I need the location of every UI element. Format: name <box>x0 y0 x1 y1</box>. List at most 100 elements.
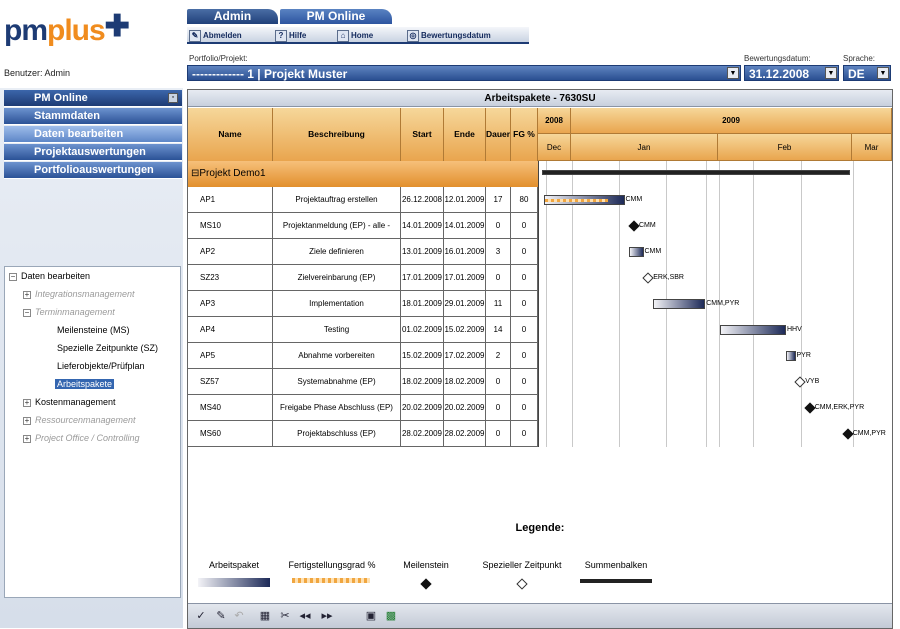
table-row[interactable]: AP1 Projektauftrag erstellen 26.12.2008 12.… <box>188 187 538 213</box>
cell-fg: 0 <box>511 395 538 421</box>
group-row-projekt-demo1[interactable]: ⊟Projekt Demo1 <box>188 161 538 187</box>
cell-fg: 0 <box>511 213 538 239</box>
portfolio-select[interactable]: ------------- 1 | Projekt Muster ▼ <box>187 65 741 81</box>
nav-header-pm-online[interactable]: PM Online ▫ <box>4 90 182 107</box>
table-row[interactable]: SZ57 Systemabnahme (EP) 18.02.2009 18.02.20… <box>188 369 538 395</box>
column-header-duration[interactable]: Dauer <box>486 108 511 161</box>
export-icon[interactable]: ▣ <box>364 609 378 623</box>
gantt-work-package-bar[interactable] <box>629 247 644 257</box>
chevron-down-icon[interactable]: ▼ <box>877 67 889 79</box>
expand-icon[interactable]: + <box>23 290 31 299</box>
column-header-start[interactable]: Start <box>401 108 444 161</box>
tree-node-terminmanagement[interactable]: − Terminmanagement <box>23 307 115 317</box>
expand-icon[interactable]: + <box>23 398 31 407</box>
month-header-dec: Dec <box>538 134 571 161</box>
portfolio-value: ------------- 1 | Projekt Muster <box>192 67 348 81</box>
portfolio-label: Portfolio/Projekt: <box>189 54 248 63</box>
chevron-down-icon[interactable]: ▼ <box>727 67 739 79</box>
gantt-work-package-bar[interactable] <box>543 195 625 205</box>
cell-name: AP5 <box>188 343 273 369</box>
cell-name: SZ57 <box>188 369 273 395</box>
legend-special-point-diamond-icon <box>516 578 528 590</box>
tree-node-arbeitspakete[interactable]: Arbeitspakete <box>55 379 115 389</box>
home-button[interactable]: ⌂ Home <box>337 29 373 42</box>
help-button[interactable]: ? Hilfe <box>275 29 306 42</box>
tree-node-ressourcenmanagement[interactable]: + Ressourcenmanagement <box>23 415 136 425</box>
cell-name: AP2 <box>188 239 273 265</box>
nav-item-portfolioauswertungen[interactable]: Portfolioauswertungen <box>4 162 182 179</box>
valuation-date-select[interactable]: 31.12.2008 ▼ <box>744 65 839 81</box>
cell-fg: 0 <box>511 239 538 265</box>
cut-icon[interactable]: ✂ <box>278 609 292 623</box>
column-header-fg[interactable]: FG % <box>511 108 538 161</box>
tree-node-lieferobjekte[interactable]: Lieferobjekte/Prüfplan <box>57 361 145 371</box>
tree-node-integrationsmanagement[interactable]: + Integrationsmanagement <box>23 289 135 299</box>
logout-button[interactable]: ✎ Abmelden <box>189 29 242 42</box>
nav-item-projektauswertungen[interactable]: Projektauswertungen <box>4 144 182 161</box>
gantt-milestone-diamond[interactable] <box>842 428 854 440</box>
excel-icon[interactable]: ▩ <box>384 609 398 623</box>
gantt-summary-bar <box>542 170 850 175</box>
gantt-work-package-bar[interactable] <box>786 351 796 361</box>
gantt-resource-label: CMM,PYR <box>706 300 740 307</box>
tree-node-daten-bearbeiten[interactable]: − Daten bearbeiten <box>9 271 90 281</box>
gantt-special-point-diamond[interactable] <box>642 272 654 284</box>
cell-start: 13.01.2009 <box>401 239 444 265</box>
collapse-icon[interactable]: − <box>9 272 17 281</box>
confirm-icon[interactable]: ✓ <box>194 609 208 623</box>
tree-label: Spezielle Zeitpunkte (SZ) <box>57 343 159 353</box>
gantt-work-package-bar[interactable] <box>719 325 786 335</box>
cell-fg: 0 <box>511 265 538 291</box>
grid-icon[interactable]: ▦ <box>258 609 272 623</box>
gantt-completion-fill <box>544 199 608 202</box>
gantt-work-package-bar[interactable] <box>653 299 706 309</box>
cell-end: 20.02.2009 <box>444 395 486 421</box>
edit-icon[interactable]: ✎ <box>214 609 228 623</box>
legend-completion-swatch <box>292 578 370 583</box>
table-row[interactable]: AP3 Implementation 18.01.2009 29.01.2009 11 0 <box>188 291 538 317</box>
column-header-end[interactable]: Ende <box>444 108 486 161</box>
table-row[interactable]: MS40 Freigabe Phase Abschluss (EP) 20.02.2… <box>188 395 538 421</box>
tab-admin[interactable]: Admin <box>187 9 278 24</box>
table-row[interactable]: AP2 Ziele definieren 13.01.2009 16.01.2009 3… <box>188 239 538 265</box>
month-header-feb: Feb <box>718 134 852 161</box>
table-row[interactable]: AP4 Testing 01.02.2009 15.02.2009 14 0 <box>188 317 538 343</box>
valuation-date-button[interactable]: ◎ Bewertungsdatum <box>407 29 491 42</box>
collapse-icon[interactable]: − <box>23 308 31 317</box>
tree-node-meilensteine[interactable]: Meilensteine (MS) <box>57 325 130 335</box>
cell-end: 18.02.2009 <box>444 369 486 395</box>
table-row[interactable]: SZ23 Zielvereinbarung (EP) 17.01.2009 17.01… <box>188 265 538 291</box>
tree-node-kostenmanagement[interactable]: + Kostenmanagement <box>23 397 116 407</box>
cell-duration: 14 <box>486 317 511 343</box>
expand-icon[interactable]: + <box>23 416 31 425</box>
cell-start: 18.02.2009 <box>401 369 444 395</box>
column-header-description[interactable]: Beschreibung <box>273 108 401 161</box>
help-label: Hilfe <box>289 31 307 40</box>
cell-duration: 0 <box>486 265 511 291</box>
tab-pm-online[interactable]: PM Online <box>280 9 392 24</box>
table-row[interactable]: MS60 Projektabschluss (EP) 28.02.2009 28.02… <box>188 421 538 447</box>
column-header-name[interactable]: Name <box>188 108 273 161</box>
next-icon[interactable]: ▸▸ <box>320 609 334 623</box>
table-row[interactable]: AP5 Abnahme vorbereiten 15.02.2009 17.02.20… <box>188 343 538 369</box>
cell-duration: 2 <box>486 343 511 369</box>
nav-item-daten-bearbeiten[interactable]: Daten bearbeiten <box>4 126 182 143</box>
gantt-milestone-diamond[interactable] <box>804 402 816 414</box>
table-row[interactable]: MS10 Projektanmeldung (EP) - alle -14.01.… <box>188 213 538 239</box>
chevron-down-icon[interactable]: ▼ <box>825 67 837 79</box>
gantt-special-point-diamond[interactable] <box>794 376 806 388</box>
year-header-2009: 2009 <box>571 108 892 134</box>
language-label: Sprache: <box>843 54 876 63</box>
undo-icon[interactable]: ↶ <box>232 609 246 623</box>
previous-icon[interactable]: ◂◂ <box>298 609 312 623</box>
navigation-tree: − Daten bearbeiten + Integrationsmanagemen… <box>4 266 181 598</box>
gantt-resource-label: PYR <box>796 352 811 359</box>
cell-start: 28.02.2009 <box>401 421 444 447</box>
tree-node-project-office[interactable]: + Project Office / Controlling <box>23 433 140 443</box>
gantt-milestone-diamond[interactable] <box>628 220 640 232</box>
language-select[interactable]: DE ▼ <box>843 65 891 81</box>
expand-icon[interactable]: + <box>23 434 31 443</box>
nav-item-stammdaten[interactable]: Stammdaten <box>4 108 182 125</box>
tree-node-spezielle-zeitpunkte[interactable]: Spezielle Zeitpunkte (SZ) <box>57 343 158 353</box>
collapse-icon[interactable]: ▫ <box>168 93 178 103</box>
